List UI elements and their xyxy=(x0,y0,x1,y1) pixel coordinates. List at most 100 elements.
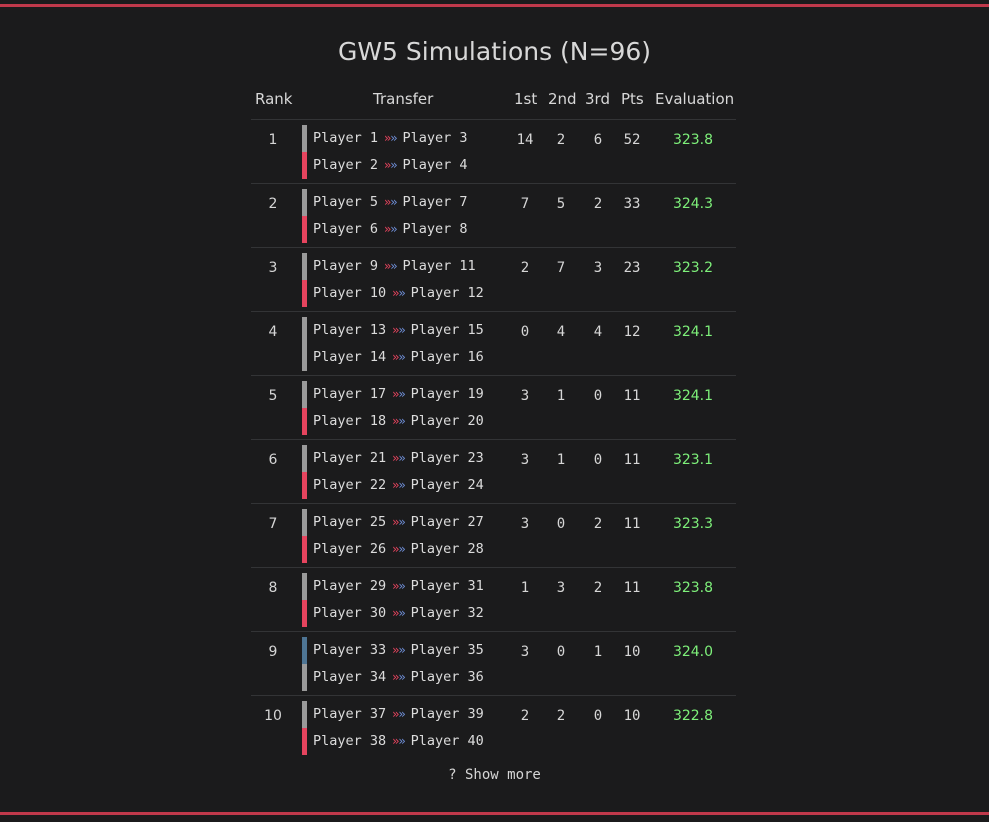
third-count: 0 xyxy=(593,708,603,724)
transfer-text: Player 38 »» Player 40 xyxy=(313,732,484,750)
transfer-line: Player 17 »» Player 19 xyxy=(302,381,512,408)
player-out: Player 37 xyxy=(313,706,387,722)
points-value: 11 xyxy=(623,580,641,596)
player-out: Player 1 xyxy=(313,130,379,146)
transfer-text: Player 6 »» Player 8 xyxy=(313,220,468,238)
player-in: Player 23 xyxy=(410,450,484,466)
transfer-line: Player 10 »» Player 12 xyxy=(302,280,512,307)
player-out: Player 34 xyxy=(313,669,387,685)
transfer-indicator-bar xyxy=(302,280,307,307)
rank-cell: 4 xyxy=(268,324,278,340)
second-count: 2 xyxy=(556,708,566,724)
header-third: 3rd xyxy=(585,90,610,108)
transfer-indicator-bar xyxy=(302,445,307,472)
player-in: Player 3 xyxy=(402,130,468,146)
third-count: 1 xyxy=(593,644,603,660)
transfer-text: Player 5 »» Player 7 xyxy=(313,193,468,211)
transfer-line: Player 18 »» Player 20 xyxy=(302,408,512,435)
transfer-arrow-icon: »» xyxy=(392,451,406,465)
transfer-cell: Player 21 »» Player 23 Player 22 »» Player 24 xyxy=(302,445,512,499)
evaluation-value: 323.8 xyxy=(672,132,714,148)
transfer-line: Player 1 »» Player 3 xyxy=(302,125,512,152)
player-in: Player 32 xyxy=(410,605,484,621)
points-value: 33 xyxy=(623,196,641,212)
transfer-line: Player 14 »» Player 16 xyxy=(302,344,512,371)
second-count: 5 xyxy=(556,196,566,212)
transfer-arrow-icon: »» xyxy=(392,542,406,556)
transfer-indicator-bar xyxy=(302,125,307,152)
player-out: Player 5 xyxy=(313,194,379,210)
transfer-arrow-icon: »» xyxy=(384,195,398,209)
player-out: Player 21 xyxy=(313,450,387,466)
transfer-arrow-icon: »» xyxy=(392,414,406,428)
points-value: 10 xyxy=(623,708,641,724)
transfer-text: Player 18 »» Player 20 xyxy=(313,412,484,430)
player-out: Player 18 xyxy=(313,413,387,429)
points-value: 11 xyxy=(623,452,641,468)
player-out: Player 2 xyxy=(313,157,379,173)
player-out: Player 6 xyxy=(313,221,379,237)
player-out: Player 17 xyxy=(313,386,387,402)
transfer-text: Player 13 »» Player 15 xyxy=(313,321,484,339)
table-row: 3 Player 9 »» Player 11 Player 10 »» Player 12… xyxy=(251,247,736,311)
show-more-button[interactable]: ? Show more xyxy=(0,767,989,783)
transfer-arrow-icon: »» xyxy=(392,606,406,620)
transfer-line: Player 38 »» Player 40 xyxy=(302,728,512,755)
transfer-line: Player 13 »» Player 15 xyxy=(302,317,512,344)
third-count: 0 xyxy=(593,388,603,404)
third-count: 2 xyxy=(593,580,603,596)
transfer-indicator-bar xyxy=(302,637,307,664)
third-count: 0 xyxy=(593,452,603,468)
second-count: 0 xyxy=(556,516,566,532)
header-points: Pts xyxy=(621,90,644,108)
player-out: Player 30 xyxy=(313,605,387,621)
rank-cell: 3 xyxy=(268,260,278,276)
header-transfer: Transfer xyxy=(373,90,434,108)
first-count: 1 xyxy=(520,580,530,596)
evaluation-value: 322.8 xyxy=(672,708,714,724)
player-in: Player 20 xyxy=(410,413,484,429)
transfer-arrow-icon: »» xyxy=(392,670,406,684)
transfer-arrow-icon: »» xyxy=(392,478,406,492)
points-value: 12 xyxy=(623,324,641,340)
transfer-arrow-icon: »» xyxy=(384,131,398,145)
player-in: Player 39 xyxy=(410,706,484,722)
player-out: Player 38 xyxy=(313,733,387,749)
third-count: 3 xyxy=(593,260,603,276)
player-in: Player 15 xyxy=(410,322,484,338)
transfer-indicator-bar xyxy=(302,317,307,344)
transfer-arrow-icon: »» xyxy=(392,323,406,337)
transfer-cell: Player 13 »» Player 15 Player 14 »» Player 16 xyxy=(302,317,512,371)
transfer-cell: Player 1 »» Player 3 Player 2 »» Player 4 xyxy=(302,125,512,179)
transfer-line: Player 21 »» Player 23 xyxy=(302,445,512,472)
header-first: 1st xyxy=(514,90,538,108)
transfer-cell: Player 5 »» Player 7 Player 6 »» Player 8 xyxy=(302,189,512,243)
evaluation-value: 324.1 xyxy=(672,388,714,404)
player-out: Player 26 xyxy=(313,541,387,557)
transfer-cell: Player 25 »» Player 27 Player 26 »» Player 28 xyxy=(302,509,512,563)
player-in: Player 24 xyxy=(410,477,484,493)
transfer-arrow-icon: »» xyxy=(384,222,398,236)
transfer-indicator-bar xyxy=(302,573,307,600)
table-row: 2 Player 5 »» Player 7 Player 6 »» Player 8 7 5 2… xyxy=(251,183,736,247)
header-rank: Rank xyxy=(255,90,293,108)
points-value: 11 xyxy=(623,516,641,532)
first-count: 14 xyxy=(516,132,534,148)
rank-cell: 6 xyxy=(268,452,278,468)
transfer-arrow-icon: »» xyxy=(392,350,406,364)
player-in: Player 36 xyxy=(410,669,484,685)
player-in: Player 28 xyxy=(410,541,484,557)
second-count: 7 xyxy=(556,260,566,276)
transfer-arrow-icon: »» xyxy=(392,579,406,593)
player-in: Player 16 xyxy=(410,349,484,365)
transfer-text: Player 33 »» Player 35 xyxy=(313,641,484,659)
evaluation-value: 324.1 xyxy=(672,324,714,340)
transfer-indicator-bar xyxy=(302,536,307,563)
table-row: 5 Player 17 »» Player 19 Player 18 »» Player 2… xyxy=(251,375,736,439)
rank-cell: 1 xyxy=(268,132,278,148)
evaluation-value: 323.1 xyxy=(672,452,714,468)
evaluation-value: 323.3 xyxy=(672,516,714,532)
player-in: Player 27 xyxy=(410,514,484,530)
transfer-line: Player 26 »» Player 28 xyxy=(302,536,512,563)
table-row: 8 Player 29»» Player 31 Player 30»» Player 3… xyxy=(251,567,736,631)
